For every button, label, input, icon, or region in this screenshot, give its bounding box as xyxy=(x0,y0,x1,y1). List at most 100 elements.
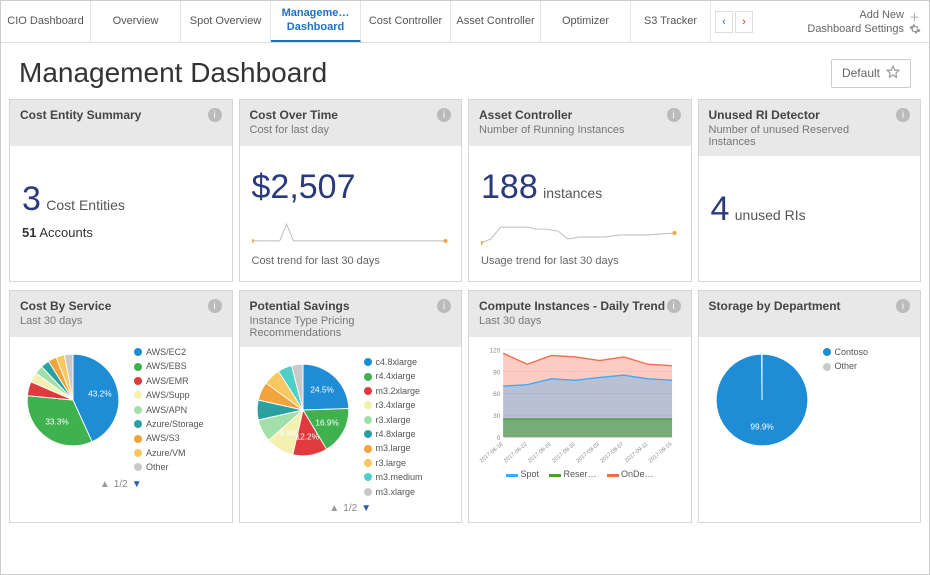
card-title: Cost Entity Summary xyxy=(20,108,141,122)
card-cost-over-time: Cost Over Time Cost for last day i $2,50… xyxy=(239,99,463,282)
legend-item: m3.xlarge xyxy=(364,485,423,499)
svg-text:2017-09-15: 2017-09-15 xyxy=(648,442,673,465)
tab-asset-controller[interactable]: Asset Controller xyxy=(451,1,541,42)
add-new-label: Add New xyxy=(859,9,904,21)
card-compute-trend: Compute Instances - Daily Trend Last 30 … xyxy=(468,290,692,523)
potential-savings-legend: c4.8xlarger4.4xlargem3.2xlarger3.4xlarge… xyxy=(364,355,423,499)
svg-text:2017-09-07: 2017-09-07 xyxy=(600,442,625,465)
legend-item: OnDe… xyxy=(607,469,654,479)
legend-item: Azure/VM xyxy=(134,446,204,460)
tab-cio-dashboard[interactable]: CIO Dashboard xyxy=(1,1,91,42)
svg-text:99.9%: 99.9% xyxy=(750,423,774,432)
card-title: Compute Instances - Daily Trend xyxy=(479,299,665,313)
legend-item: r3.4xlarge xyxy=(364,398,423,412)
legend-item: r4.8xlarge xyxy=(364,427,423,441)
legend-item: AWS/Supp xyxy=(134,388,204,402)
legend-item: Contoso xyxy=(823,345,869,359)
svg-text:120: 120 xyxy=(490,347,501,354)
legend-item: AWS/S3 xyxy=(134,431,204,445)
compute-trend-legend: Spot Reser… OnDe… xyxy=(477,469,683,479)
spark-caption: Cost trend for last 30 days xyxy=(252,255,450,267)
card-cost-by-service: Cost By Service Last 30 days i 43.2%33.3… xyxy=(9,290,233,523)
tab-spot-overview[interactable]: Spot Overview xyxy=(181,1,271,42)
storage-legend: ContosoOther xyxy=(823,345,869,374)
info-icon[interactable]: i xyxy=(208,299,222,313)
accounts-line: 51 Accounts xyxy=(22,225,220,240)
legend-item: Other xyxy=(823,359,869,373)
svg-text:2017-08-30: 2017-08-30 xyxy=(551,442,576,465)
instance-label: instances xyxy=(543,185,602,201)
legend-item: Spot xyxy=(506,469,539,479)
card-title: Potential Savings xyxy=(250,299,438,313)
svg-text:0: 0 xyxy=(497,435,501,442)
gear-icon xyxy=(909,23,921,35)
cost-sparkline xyxy=(252,219,450,249)
svg-text:2017-08-18: 2017-08-18 xyxy=(479,442,504,465)
svg-text:2017-09-03: 2017-09-03 xyxy=(575,442,600,465)
card-subtitle: Last 30 days xyxy=(20,315,111,327)
pie-pager[interactable]: ▲ 1/2 ▼ xyxy=(248,503,454,514)
legend-item: m3.large xyxy=(364,441,423,455)
card-subtitle: Number of unused Reserved Instances xyxy=(709,124,897,148)
svg-text:90: 90 xyxy=(493,369,501,376)
info-icon[interactable]: i xyxy=(208,108,222,122)
legend-item: m3.medium xyxy=(364,470,423,484)
default-button-label: Default xyxy=(842,66,880,80)
unused-ri-label: unused RIs xyxy=(735,207,806,223)
tab-management-dashboard[interactable]: Manageme… Dashboard xyxy=(271,1,361,42)
legend-item: c4.8xlarge xyxy=(364,355,423,369)
tab-scroll-controls: ‹ › xyxy=(711,1,757,42)
card-title: Storage by Department xyxy=(709,299,841,313)
cost-by-service-pie: 43.2%33.3% xyxy=(18,345,128,455)
pager-up-icon: ▲ xyxy=(329,503,339,514)
card-potential-savings: Potential Savings Instance Type Pricing … xyxy=(239,290,463,523)
cost-by-service-legend: AWS/EC2AWS/EBSAWS/EMRAWS/SuppAWS/APNAzur… xyxy=(134,345,204,475)
page-title: Management Dashboard xyxy=(19,57,327,89)
card-title: Cost By Service xyxy=(20,299,111,313)
legend-item: AWS/EC2 xyxy=(134,345,204,359)
card-subtitle: Instance Type Pricing Recommendations xyxy=(250,315,438,339)
card-title: Cost Over Time xyxy=(250,108,338,122)
svg-text:30: 30 xyxy=(493,413,501,420)
info-icon[interactable]: i xyxy=(667,108,681,122)
card-subtitle: Last 30 days xyxy=(479,315,665,327)
tab-s3-tracker[interactable]: S3 Tracker xyxy=(631,1,711,42)
instance-count: 188 xyxy=(481,168,538,206)
tab-overview[interactable]: Overview xyxy=(91,1,181,42)
tab-bar: CIO Dashboard Overview Spot Overview Man… xyxy=(1,1,929,43)
default-button[interactable]: Default xyxy=(831,59,911,88)
svg-text:2017-08-22: 2017-08-22 xyxy=(503,442,528,465)
spark-caption: Usage trend for last 30 days xyxy=(481,255,679,267)
card-title: Asset Controller xyxy=(479,108,625,122)
info-icon[interactable]: i xyxy=(896,299,910,313)
cards-row-2: Cost By Service Last 30 days i 43.2%33.3… xyxy=(1,290,929,531)
legend-item: r3.xlarge xyxy=(364,413,423,427)
svg-text:16.9%: 16.9% xyxy=(315,418,339,427)
info-icon[interactable]: i xyxy=(667,299,681,313)
tab-right-actions: Add New ＋ Dashboard Settings xyxy=(799,1,929,42)
potential-savings-pie: 24.5%16.9%12.2%9.9% xyxy=(248,355,358,465)
card-storage-by-dept: Storage by Department i 99.9% ContosoOth… xyxy=(698,290,922,523)
info-icon[interactable]: i xyxy=(437,299,451,313)
tab-next-button[interactable]: › xyxy=(735,11,753,33)
tab-prev-button[interactable]: ‹ xyxy=(715,11,733,33)
legend-item: r4.4xlarge xyxy=(364,369,423,383)
tab-cost-controller[interactable]: Cost Controller xyxy=(361,1,451,42)
settings-label: Dashboard Settings xyxy=(807,23,904,35)
legend-item: m3.2xlarge xyxy=(364,384,423,398)
svg-text:33.3%: 33.3% xyxy=(45,418,69,427)
svg-text:12.2%: 12.2% xyxy=(295,432,319,441)
info-icon[interactable]: i xyxy=(437,108,451,122)
cost-value: $2,507 xyxy=(252,168,450,207)
add-new-button[interactable]: Add New ＋ xyxy=(859,9,921,21)
legend-item: AWS/EBS xyxy=(134,359,204,373)
info-icon[interactable]: i xyxy=(896,108,910,122)
card-title: Unused RI Detector xyxy=(709,108,897,122)
tab-optimizer[interactable]: Optimizer xyxy=(541,1,631,42)
svg-text:2017-08-26: 2017-08-26 xyxy=(527,442,552,465)
cost-entity-label: Cost Entities xyxy=(46,197,125,213)
dashboard-settings-button[interactable]: Dashboard Settings xyxy=(807,23,921,35)
pie-pager[interactable]: ▲ 1/2 ▼ xyxy=(18,479,224,490)
card-subtitle: Number of Running Instances xyxy=(479,124,625,136)
cards-row-1: Cost Entity Summary i 3 Cost Entities 51… xyxy=(1,99,929,290)
